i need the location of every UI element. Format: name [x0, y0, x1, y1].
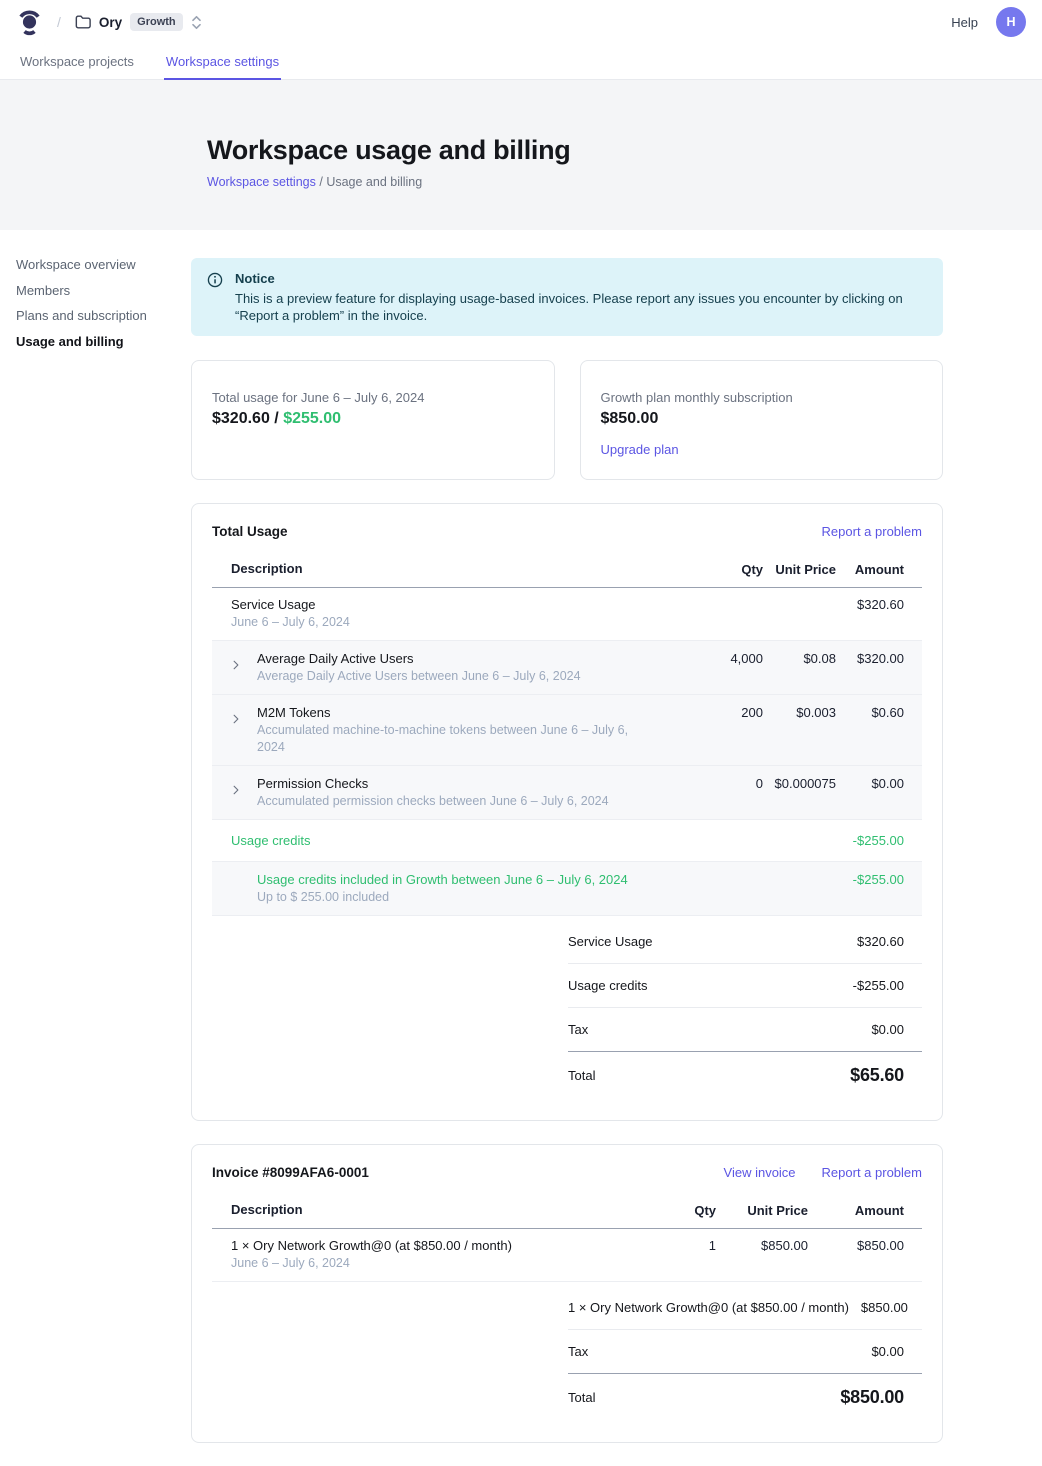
workspace-tabs: Workspace projects Workspace settings — [0, 44, 1042, 80]
table-row-service-usage: Service Usage June 6 – July 6, 2024 $320… — [212, 588, 922, 641]
page-title: Workspace usage and billing — [207, 135, 1042, 166]
invoice-summary: 1 × Ory Network Growth@0 (at $850.00 / m… — [568, 1286, 922, 1422]
table-row-usage-credits-detail: Usage credits included in Growth between… — [212, 862, 922, 916]
sidebar-item-usage-billing[interactable]: Usage and billing — [16, 335, 191, 348]
total-usage-value: $320.60 / $255.00 — [212, 410, 534, 428]
breadcrumb-parent-link[interactable]: Workspace settings — [207, 175, 316, 189]
summary-row-tax: Tax $0.00 — [568, 1330, 922, 1374]
sidebar-item-workspace-overview[interactable]: Workspace overview — [16, 258, 191, 271]
notice-body: This is a preview feature for displaying… — [235, 291, 923, 324]
sidebar-item-members[interactable]: Members — [16, 284, 191, 297]
breadcrumb: Workspace settings / Usage and billing — [207, 175, 1042, 189]
page-header: Workspace usage and billing Workspace se… — [0, 80, 1042, 230]
plan-badge: Growth — [130, 13, 183, 31]
summary-row-total: Total $65.60 — [568, 1052, 922, 1100]
workspace-name: Ory — [99, 15, 122, 30]
table-row-daily-active-users[interactable]: Average Daily Active Users Average Daily… — [212, 641, 922, 695]
view-invoice-link[interactable]: View invoice — [724, 1165, 796, 1180]
avatar[interactable]: H — [996, 7, 1026, 37]
chevron-right-icon[interactable] — [231, 650, 257, 670]
chevron-right-icon[interactable] — [231, 704, 257, 724]
folder-icon — [75, 15, 91, 29]
report-problem-link[interactable]: Report a problem — [822, 524, 922, 539]
help-link[interactable]: Help — [951, 15, 978, 30]
top-bar: / Ory Growth Help H — [0, 0, 1042, 44]
invoice-line-item: 1 × Ory Network Growth@0 (at $850.00 / m… — [212, 1229, 922, 1282]
subscription-value: $850.00 — [601, 410, 923, 428]
table-row-usage-credits: Usage credits -$255.00 — [212, 820, 922, 862]
tab-workspace-projects[interactable]: Workspace projects — [18, 48, 136, 80]
preview-notice: Notice This is a preview feature for dis… — [191, 258, 943, 336]
summary-row-service-usage: Service Usage $320.60 — [568, 920, 922, 964]
breadcrumb-current: Usage and billing — [326, 175, 422, 189]
sidebar-item-plans-subscription[interactable]: Plans and subscription — [16, 309, 191, 322]
summary-row-total: Total $850.00 — [568, 1374, 922, 1422]
chevron-right-icon[interactable] — [231, 775, 257, 795]
notice-title: Notice — [235, 270, 923, 287]
workspace-switcher[interactable]: Ory Growth — [75, 13, 202, 31]
ory-logo-icon[interactable] — [16, 8, 43, 36]
breadcrumb-separator: / — [57, 14, 61, 30]
info-icon — [207, 270, 223, 324]
tab-workspace-settings[interactable]: Workspace settings — [164, 48, 281, 80]
total-usage-card: Total usage for June 6 – July 6, 2024 $3… — [191, 360, 555, 480]
usage-table-header: Description Qty Unit Price Amount — [212, 561, 922, 588]
summary-row-usage-credits: Usage credits -$255.00 — [568, 964, 922, 1008]
invoice-title: Invoice #8099AFA6-0001 — [212, 1165, 369, 1180]
subscription-card: Growth plan monthly subscription $850.00… — [580, 360, 944, 480]
invoice-table-header: Description Qty Unit Price Amount — [212, 1202, 922, 1229]
total-usage-label: Total usage for June 6 – July 6, 2024 — [212, 389, 534, 406]
settings-sidebar: Workspace overview Members Plans and sub… — [0, 258, 191, 1466]
table-row-m2m-tokens[interactable]: M2M Tokens Accumulated machine-to-machin… — [212, 695, 922, 766]
usage-summary: Service Usage $320.60 Usage credits -$25… — [568, 920, 922, 1100]
invoice-panel: Invoice #8099AFA6-0001 View invoice Repo… — [191, 1144, 943, 1443]
total-usage-panel: Total Usage Report a problem Description… — [191, 503, 943, 1121]
usage-panel-title: Total Usage — [212, 524, 288, 539]
subscription-label: Growth plan monthly subscription — [601, 389, 923, 406]
summary-row-line-item: 1 × Ory Network Growth@0 (at $850.00 / m… — [568, 1286, 922, 1330]
upgrade-plan-link[interactable]: Upgrade plan — [601, 442, 679, 457]
chevron-updown-icon — [191, 15, 202, 30]
summary-row-tax: Tax $0.00 — [568, 1008, 922, 1052]
table-row-permission-checks[interactable]: Permission Checks Accumulated permission… — [212, 766, 922, 820]
usage-credit-value: $255.00 — [283, 410, 341, 427]
report-problem-link[interactable]: Report a problem — [822, 1165, 922, 1180]
